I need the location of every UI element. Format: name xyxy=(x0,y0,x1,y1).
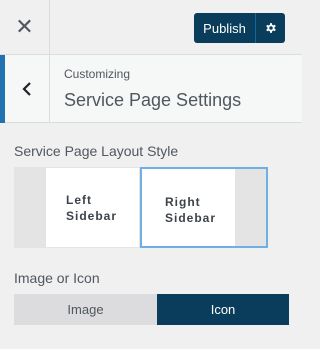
option-line2: Sidebar xyxy=(66,209,118,223)
image-or-icon-toggle: Image Icon xyxy=(14,294,289,325)
layout-style-label: Service Page Layout Style xyxy=(14,143,179,159)
layout-option-right-sidebar[interactable]: Right Sidebar xyxy=(140,167,268,248)
gear-icon xyxy=(265,23,276,33)
publish-group: Publish xyxy=(194,13,285,43)
layout-option-text: Right Sidebar xyxy=(165,194,216,226)
layout-preview-content: Right Sidebar xyxy=(142,169,235,246)
image-option-button[interactable]: Image xyxy=(14,294,157,325)
back-button[interactable] xyxy=(5,55,50,123)
breadcrumb: Customizing xyxy=(64,67,131,81)
close-icon: ✕ xyxy=(15,15,34,40)
layout-preview-content: Left Sidebar xyxy=(46,168,139,247)
layout-option-text: Left Sidebar xyxy=(66,192,117,224)
icon-option-button[interactable]: Icon xyxy=(157,294,289,325)
option-line1: Left xyxy=(66,193,92,207)
chevron-left-icon xyxy=(22,82,31,96)
layout-options: Left Sidebar Right Sidebar xyxy=(14,167,268,248)
image-or-icon-label: Image or Icon xyxy=(14,270,100,286)
panel-title: Service Page Settings xyxy=(64,90,242,110)
publish-button[interactable]: Publish xyxy=(194,13,256,43)
layout-option-left-sidebar[interactable]: Left Sidebar xyxy=(14,167,140,248)
section-header: Customizing Service Page Settings xyxy=(0,55,302,123)
option-line1: Right xyxy=(165,195,201,209)
customizer-topbar: ✕ Publish xyxy=(0,0,302,55)
option-line2: Sidebar xyxy=(165,211,217,225)
publish-settings-button[interactable] xyxy=(256,13,285,43)
close-button[interactable]: ✕ xyxy=(0,0,50,55)
